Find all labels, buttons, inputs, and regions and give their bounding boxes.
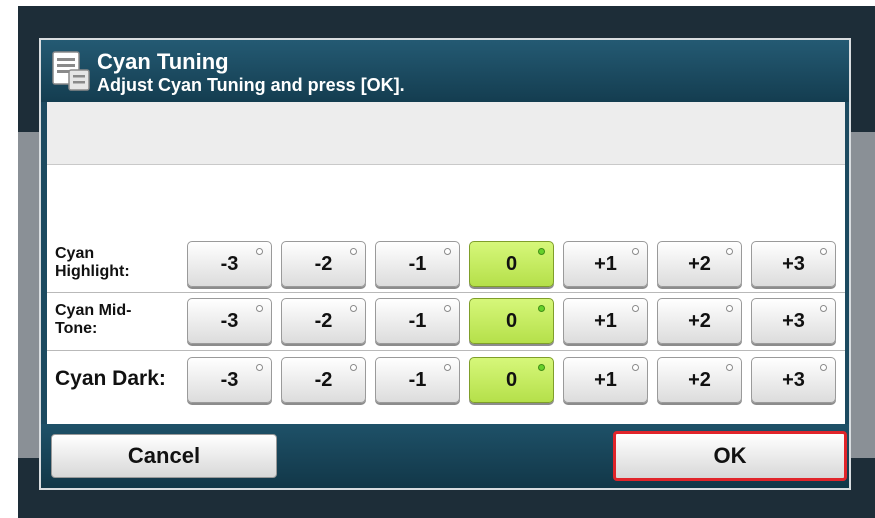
indicator-led-icon (632, 364, 639, 371)
row-label: Cyan Dark: (55, 367, 166, 390)
value-label: +2 (688, 252, 711, 275)
cyan-highlight-value-button[interactable]: +1 (563, 241, 648, 287)
background-panel-right (851, 132, 875, 458)
indicator-led-icon (820, 305, 827, 312)
row-label-line2: Tone: (55, 320, 98, 337)
cyan-dark-value-button[interactable]: -1 (375, 357, 460, 403)
value-label: -3 (220, 309, 239, 332)
indicator-led-icon (726, 305, 733, 312)
indicator-led-icon (538, 305, 545, 312)
cancel-button[interactable]: Cancel (51, 434, 277, 478)
cyan-highlight-row: Cyan Highlight: -3 -2 -1 0 +1 +2 +3 (47, 238, 845, 288)
value-label: -2 (314, 309, 333, 332)
cyan-highlight-value-button[interactable]: 0 (469, 241, 554, 287)
cyan-midtone-value-button[interactable]: -3 (187, 298, 272, 344)
dialog-title: Cyan Tuning (97, 49, 229, 74)
value-label: -1 (408, 252, 427, 275)
value-label: -2 (314, 252, 333, 275)
dialog-footer: Cancel OK (41, 424, 849, 488)
value-label: 0 (505, 309, 518, 332)
row-divider (47, 292, 845, 293)
row-label: Cyan Mid- Tone: (55, 295, 185, 345)
cyan-highlight-value-button[interactable]: -3 (187, 241, 272, 287)
value-label: 0 (505, 252, 518, 275)
cyan-highlight-value-button[interactable]: +2 (657, 241, 742, 287)
value-label: +2 (688, 309, 711, 332)
value-label: +3 (782, 368, 805, 391)
content-area: Cyan Highlight: -3 -2 -1 0 +1 +2 +3 Cyan Mid- … (47, 102, 845, 424)
cyan-dark-value-button[interactable]: +3 (751, 357, 836, 403)
row-label-line2: Highlight: (55, 263, 130, 280)
cyan-midtone-value-button[interactable]: -2 (281, 298, 366, 344)
indicator-led-icon (632, 248, 639, 255)
cyan-dark-value-button[interactable]: -3 (187, 357, 272, 403)
cyan-midtone-value-button[interactable]: +1 (563, 298, 648, 344)
ok-button[interactable]: OK (613, 431, 847, 481)
cyan-dark-row: Cyan Dark: -3 -2 -1 0 +1 +2 +3 (47, 354, 845, 404)
value-label: +1 (594, 309, 617, 332)
indicator-led-icon (538, 248, 545, 255)
value-label: -3 (220, 252, 239, 275)
cyan-highlight-value-button[interactable]: +3 (751, 241, 836, 287)
indicator-led-icon (538, 364, 545, 371)
row-label: Cyan Highlight: (55, 238, 185, 288)
row-label-line1: Cyan Mid- (55, 302, 132, 319)
indicator-led-icon (444, 248, 451, 255)
value-label: -1 (408, 368, 427, 391)
cyan-midtone-value-button[interactable]: 0 (469, 298, 554, 344)
title-bar: Cyan Tuning Adjust Cyan Tuning and press… (41, 40, 849, 102)
indicator-led-icon (632, 305, 639, 312)
indicator-led-icon (444, 364, 451, 371)
cyan-dark-value-button[interactable]: -2 (281, 357, 366, 403)
value-label: +2 (688, 368, 711, 391)
cyan-tuning-dialog: Cyan Tuning Adjust Cyan Tuning and press… (39, 38, 851, 490)
value-label: 0 (505, 368, 518, 391)
indicator-led-icon (350, 305, 357, 312)
indicator-led-icon (444, 305, 451, 312)
cyan-dark-value-button[interactable]: 0 (469, 357, 554, 403)
cyan-highlight-value-button[interactable]: -2 (281, 241, 366, 287)
value-label: +3 (782, 309, 805, 332)
value-label: -3 (220, 368, 239, 391)
cyan-midtone-value-button[interactable]: -1 (375, 298, 460, 344)
value-label: +1 (594, 252, 617, 275)
value-label: -1 (408, 309, 427, 332)
value-label: -2 (314, 368, 333, 391)
document-settings-icon (52, 51, 90, 91)
dialog-subtitle: Adjust Cyan Tuning and press [OK]. (97, 75, 405, 95)
cyan-midtone-value-button[interactable]: +3 (751, 298, 836, 344)
indicator-led-icon (820, 248, 827, 255)
cyan-midtone-value-button[interactable]: +2 (657, 298, 742, 344)
cyan-midtone-row: Cyan Mid- Tone: -3 -2 -1 0 +1 +2 +3 (47, 295, 845, 345)
value-label: +3 (782, 252, 805, 275)
info-strip (47, 102, 845, 165)
row-divider (47, 350, 845, 351)
indicator-led-icon (726, 248, 733, 255)
indicator-led-icon (350, 364, 357, 371)
row-label-line1: Cyan (55, 245, 95, 262)
indicator-led-icon (256, 248, 263, 255)
indicator-led-icon (726, 364, 733, 371)
cyan-highlight-value-button[interactable]: -1 (375, 241, 460, 287)
cyan-dark-value-button[interactable]: +1 (563, 357, 648, 403)
indicator-led-icon (256, 364, 263, 371)
indicator-led-icon (256, 305, 263, 312)
cyan-dark-value-button[interactable]: +2 (657, 357, 742, 403)
value-label: +1 (594, 368, 617, 391)
indicator-led-icon (820, 364, 827, 371)
indicator-led-icon (350, 248, 357, 255)
